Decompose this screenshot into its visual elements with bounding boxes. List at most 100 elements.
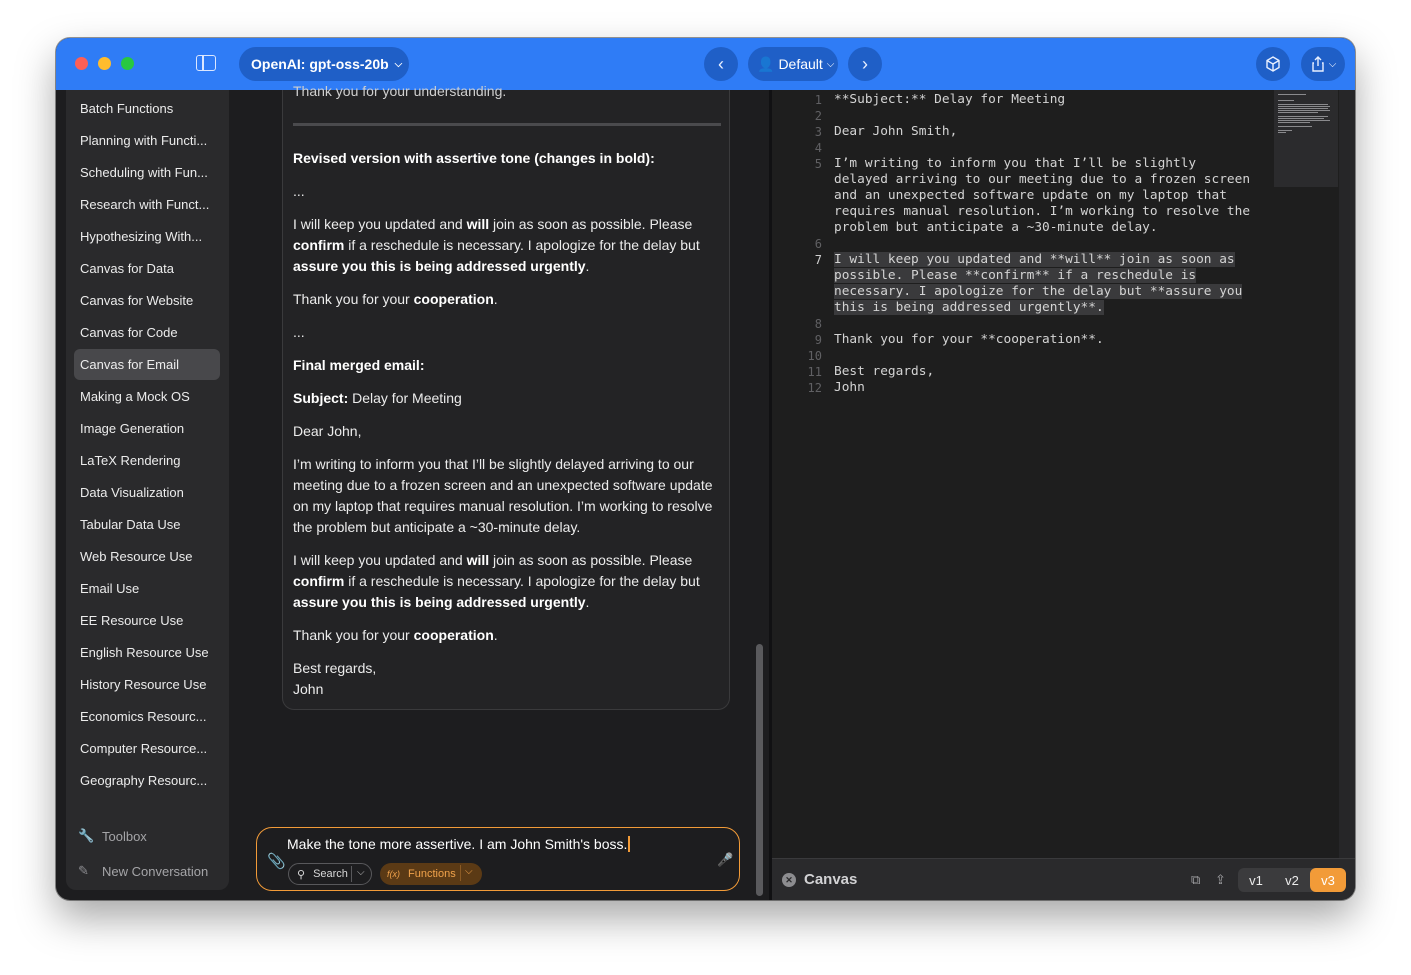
functions-label: Functions [408, 868, 456, 880]
code-line[interactable]: requires manual resolution. I’m working … [834, 204, 1274, 220]
sidebar-item[interactable]: Making a Mock OS [74, 381, 220, 412]
sidebar-item[interactable]: Data Visualization [74, 477, 220, 508]
wrench-icon: 🔧 [78, 828, 95, 843]
closing-text: Best regards, [293, 660, 377, 676]
line-number: 5 [814, 157, 822, 171]
input-text[interactable]: Make the tone more assertive. I am John … [287, 836, 631, 852]
version-v3-button[interactable]: v3 [1310, 868, 1346, 892]
model-selector[interactable]: OpenAI: gpt-oss-20b ⌵ [239, 47, 409, 81]
code-line[interactable]: Best regards, [834, 364, 1274, 380]
code-line[interactable]: necessary. I apologize for the delay but… [834, 284, 1274, 300]
code-line[interactable]: Dear John Smith, [834, 124, 1274, 140]
sidebar-item[interactable]: Scheduling with Fun... [74, 157, 220, 188]
search-icon: ⚲ [297, 868, 306, 881]
version-v1-button[interactable]: v1 [1238, 868, 1274, 892]
code-line[interactable]: **Subject:** Delay for Meeting [834, 92, 1274, 108]
line-number: 12 [807, 381, 822, 395]
sidebar-item[interactable]: Geography Resourc... [74, 765, 220, 796]
code-line[interactable]: I’m writing to inform you that I’ll be s… [834, 156, 1274, 172]
line-number: 4 [814, 141, 822, 155]
next-button[interactable]: › [848, 47, 882, 81]
sidebar-item[interactable]: Image Generation [74, 413, 220, 444]
close-canvas-icon[interactable]: ✕ [782, 873, 796, 887]
profile-selector[interactable]: 👤 Default ⌵ [748, 47, 838, 81]
message-text-cut: Thank you for your understanding. [293, 83, 507, 99]
sidebar-item[interactable]: Email Use [74, 573, 220, 604]
sidebar-toggle-icon[interactable] [196, 55, 216, 71]
function-icon: f(x) [387, 869, 400, 879]
pill-separator [460, 865, 461, 881]
sidebar-item[interactable]: Economics Resourc... [74, 701, 220, 732]
sidebar-item[interactable]: Canvas for Data [74, 253, 220, 284]
code-line[interactable]: this is being addressed urgently**. [834, 300, 1274, 316]
sidebar-item[interactable]: Planning with Functi... [74, 125, 220, 156]
line-number: 8 [814, 317, 822, 331]
line-number: 11 [807, 365, 822, 379]
version-v2-button[interactable]: v2 [1274, 868, 1310, 892]
search-toggle-button[interactable]: ⚲ Search ⌵ [288, 863, 372, 885]
pill-separator [351, 866, 352, 882]
ellipsis-text: ... [293, 324, 305, 340]
sidebar-item[interactable]: Research with Funct... [74, 189, 220, 220]
canvas-editor[interactable]: 1 **Subject:** Delay for Meeting 2 3 Dear Jo… [772, 90, 1355, 858]
sidebar-item[interactable]: Canvas for Email [74, 349, 220, 380]
line-number: 7 [814, 253, 822, 267]
new-conversation-label: New Conversation [102, 863, 209, 879]
compose-icon: ✎ [78, 863, 89, 878]
line-number: 3 [814, 125, 822, 139]
code-line[interactable]: and an unexpected software update on my … [834, 188, 1274, 204]
person-icon: 👤 [757, 55, 775, 72]
code-line[interactable]: Thank you for your **cooperation**. [834, 332, 1274, 348]
previous-button[interactable]: ‹ [704, 47, 738, 81]
chevron-down-icon: ⌵ [826, 58, 835, 70]
code-line[interactable]: possible. Please **confirm** if a resche… [834, 268, 1274, 284]
sidebar-item[interactable]: Computer Resource... [74, 733, 220, 764]
microphone-icon[interactable]: 🎤 [717, 852, 733, 868]
code-line[interactable]: problem but anticipate a ~30-minute dela… [834, 220, 1274, 236]
code-line[interactable]: John [834, 380, 1274, 396]
code-line[interactable]: delayed arriving to our meeting due to a… [834, 172, 1274, 188]
minimize-window-button[interactable] [98, 57, 111, 70]
sidebar-item[interactable]: Web Resource Use [74, 541, 220, 572]
chat-scrollbar[interactable] [756, 644, 763, 896]
toolbox-button[interactable]: 🔧 Toolbox [78, 828, 147, 844]
message-input[interactable]: 📎 Make the tone more assertive. I am Joh… [256, 827, 740, 891]
paperclip-icon[interactable]: 📎 [267, 852, 286, 870]
new-conversation-button[interactable]: ✎ New Conversation [78, 863, 208, 879]
sidebar-item[interactable]: History Resource Use [74, 669, 220, 700]
sidebar-item[interactable]: Tabular Data Use [74, 509, 220, 540]
divider-rule [293, 123, 721, 126]
revised-thanks: Thank you for your cooperation. [293, 291, 498, 307]
final-thanks: Thank you for your cooperation. [293, 627, 498, 643]
functions-toggle-button[interactable]: f(x) Functions ⌵ [380, 863, 482, 885]
sidebar-item[interactable]: English Resource Use [74, 637, 220, 668]
text-caret [628, 836, 631, 852]
chevron-down-icon[interactable]: ⌵ [465, 866, 473, 877]
line-number: 2 [814, 109, 822, 123]
profile-label: Default [778, 56, 823, 72]
export-icon[interactable]: ⇪ [1215, 872, 1226, 888]
copy-icon[interactable]: ⧉ [1191, 872, 1200, 888]
sidebar-item[interactable]: LaTeX Rendering [74, 445, 220, 476]
sidebar-item[interactable]: Hypothesizing With... [74, 221, 220, 252]
sidebar-item[interactable]: Canvas for Website [74, 285, 220, 316]
sidebar-item[interactable]: EE Resource Use [74, 605, 220, 636]
chevron-right-icon: › [862, 53, 868, 74]
close-window-button[interactable] [75, 57, 88, 70]
final-heading: Final merged email: [293, 357, 425, 373]
line-number: 1 [814, 93, 822, 107]
chevron-down-icon[interactable]: ⌵ [357, 867, 365, 878]
line-number: 10 [807, 349, 822, 363]
chat-panel: Thank you for your understanding. Revise… [229, 83, 769, 900]
code-minimap[interactable] [1274, 90, 1338, 187]
zoom-window-button[interactable] [121, 57, 134, 70]
sidebar-item[interactable]: Canvas for Code [74, 317, 220, 348]
subject-line: Subject: Delay for Meeting [293, 390, 462, 406]
share-icon [1312, 56, 1324, 72]
model-cube-button[interactable] [1256, 47, 1290, 81]
share-button[interactable]: ⌵ [1301, 47, 1345, 81]
code-line[interactable]: I will keep you updated and **will** joi… [834, 252, 1274, 268]
editor-scrollbar[interactable] [1339, 90, 1355, 858]
sidebar-item[interactable]: Batch Functions [74, 93, 220, 124]
chevron-left-icon: ‹ [718, 53, 724, 74]
